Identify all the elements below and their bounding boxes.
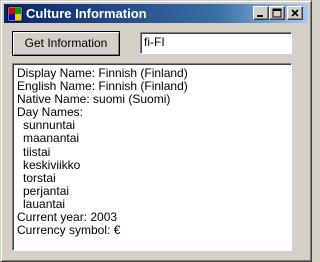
- close-button[interactable]: [287, 6, 303, 20]
- currency-symbol-line: Currency symbol: €: [17, 223, 121, 238]
- day-name-item: tiistai: [23, 144, 51, 159]
- application-icon[interactable]: [7, 6, 23, 22]
- minimize-icon: [257, 15, 263, 17]
- get-information-button[interactable]: Get Information: [12, 31, 120, 56]
- day-name-item: torstai: [23, 170, 56, 185]
- culture-info-output[interactable]: Display Name: Finnish (Finland) English …: [12, 63, 292, 251]
- day-name-item: maanantai: [23, 131, 80, 146]
- maximize-icon: [272, 8, 282, 18]
- minimize-button[interactable]: [253, 6, 269, 20]
- app-window: Culture Information Get Information fi-F…: [0, 0, 312, 262]
- culture-code-input[interactable]: fi-FI: [140, 32, 292, 54]
- close-icon: [291, 9, 299, 17]
- day-name-item: keskiviikko: [23, 157, 81, 172]
- day-name-item: perjantai: [23, 183, 70, 198]
- maximize-button[interactable]: [269, 6, 285, 20]
- title-bar[interactable]: Culture Information: [4, 4, 308, 23]
- window-title: Culture Information: [26, 6, 147, 21]
